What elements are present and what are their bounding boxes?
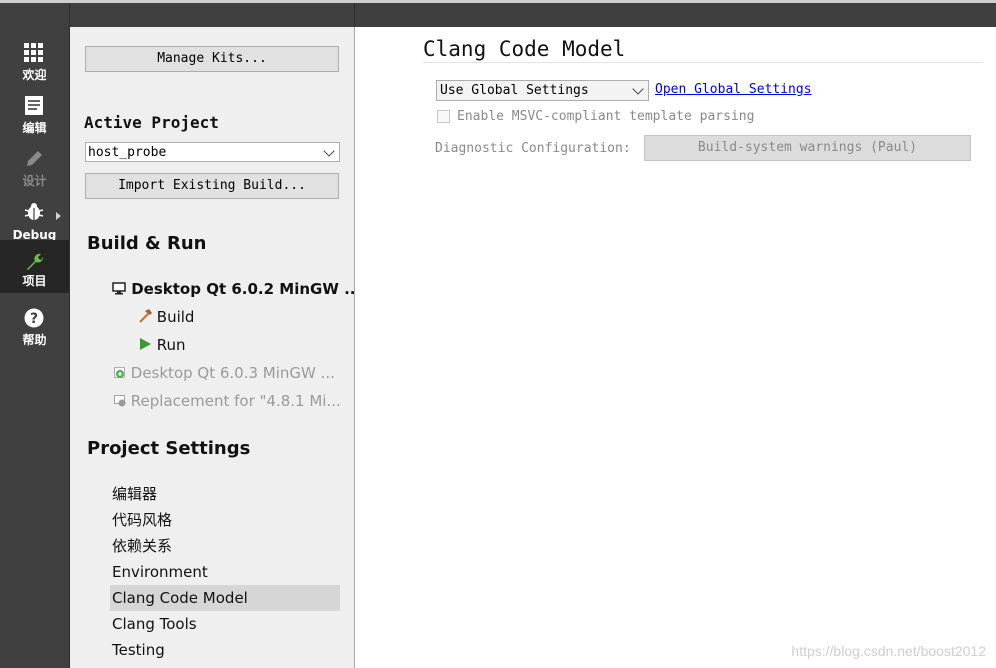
mode-edit[interactable]: 编辑 xyxy=(0,88,69,140)
global-settings-combo[interactable]: Use Global Settings xyxy=(436,80,649,101)
diagnostic-config-button[interactable]: Build-system warnings (Paul) xyxy=(644,135,971,161)
settings-item-editor[interactable]: 编辑器 xyxy=(110,481,340,507)
kit-other2-label: Replacement for "4.8.1 Mi... xyxy=(130,392,341,410)
settings-item-environment[interactable]: Environment xyxy=(110,559,340,585)
pencil-icon xyxy=(27,151,42,166)
grid-icon xyxy=(24,43,43,62)
manage-kits-button[interactable]: Manage Kits... xyxy=(85,46,339,72)
mode-label: 项目 xyxy=(22,274,47,288)
document-icon xyxy=(25,96,43,115)
active-project-label: Active Project xyxy=(84,113,219,132)
title-divider xyxy=(423,62,983,63)
mode-label: 帮助 xyxy=(22,333,47,347)
hammer-icon xyxy=(139,309,152,323)
mode-welcome[interactable]: 欢迎 xyxy=(0,35,69,87)
msvc-label: Enable MSVC-compliant template parsing xyxy=(457,109,755,124)
kit-item-active[interactable]: Desktop Qt 6.0.2 MinGW ... xyxy=(112,280,361,298)
title-bar xyxy=(0,0,996,27)
mode-debug[interactable]: Debug xyxy=(0,194,69,246)
mode-bar: 欢迎 编辑 设计 Debug 项目 ? 帮助 xyxy=(0,27,70,668)
play-icon xyxy=(140,338,151,350)
help-icon: ? xyxy=(24,308,44,328)
run-label: Run xyxy=(156,336,186,354)
top-strip xyxy=(0,0,996,3)
title-bar-navigator-segment xyxy=(70,0,355,27)
open-global-settings-link[interactable]: Open Global Settings xyxy=(655,82,812,97)
chevron-down-icon xyxy=(632,83,644,95)
wrench-icon xyxy=(27,253,44,270)
settings-item-clang-tools[interactable]: Clang Tools xyxy=(110,611,340,637)
mode-label: 欢迎 xyxy=(22,68,47,82)
build-run-title: Build & Run xyxy=(87,233,207,254)
global-settings-value: Use Global Settings xyxy=(440,83,589,98)
active-project-value: host_probe xyxy=(88,145,167,160)
settings-item-dependencies[interactable]: 依赖关系 xyxy=(110,533,340,559)
import-existing-build-button[interactable]: Import Existing Build... xyxy=(85,173,339,199)
expand-arrow-icon xyxy=(56,212,61,220)
kit-item-other[interactable]: Desktop Qt 6.0.3 MinGW ... xyxy=(114,364,335,382)
chevron-down-icon xyxy=(323,145,335,157)
msvc-checkbox[interactable] xyxy=(437,110,450,123)
diagnostic-config-label: Diagnostic Configuration: xyxy=(435,141,631,156)
active-project-combo[interactable]: host_probe xyxy=(85,142,340,162)
title-bar-mode-segment xyxy=(0,0,70,27)
settings-item-code-style[interactable]: 代码风格 xyxy=(110,507,340,533)
project-settings-title: Project Settings xyxy=(87,438,251,459)
mode-help[interactable]: ? 帮助 xyxy=(0,300,69,352)
disabled-kit-icon xyxy=(114,395,126,407)
settings-item-testing[interactable]: Testing xyxy=(110,637,340,663)
monitor-icon xyxy=(112,282,126,295)
watermark: https://blog.csdn.net/boost2012 xyxy=(791,643,986,659)
add-kit-icon xyxy=(114,367,125,378)
page-title: Clang Code Model xyxy=(423,37,626,61)
kit-item-replacement[interactable]: Replacement for "4.8.1 Mi... xyxy=(114,392,341,410)
svg-text:?: ? xyxy=(30,311,38,327)
build-item[interactable]: Build xyxy=(138,308,194,326)
kit-other1-label: Desktop Qt 6.0.3 MinGW ... xyxy=(130,364,335,382)
projects-navigator: Manage Kits... Active Project host_probe… xyxy=(70,27,361,668)
run-item[interactable]: Run xyxy=(138,336,186,354)
kit-active-label: Desktop Qt 6.0.2 MinGW ... xyxy=(131,280,362,298)
settings-item-clang-code-model[interactable]: Clang Code Model xyxy=(110,585,340,611)
mode-label: 编辑 xyxy=(22,121,47,135)
mode-projects[interactable]: 项目 xyxy=(0,240,69,293)
mode-label: 设计 xyxy=(22,174,47,188)
build-label: Build xyxy=(156,308,195,326)
bug-icon xyxy=(24,203,44,220)
mode-design[interactable]: 设计 xyxy=(0,141,69,193)
clang-code-model-page: Clang Code Model Use Global Settings Ope… xyxy=(355,27,996,668)
